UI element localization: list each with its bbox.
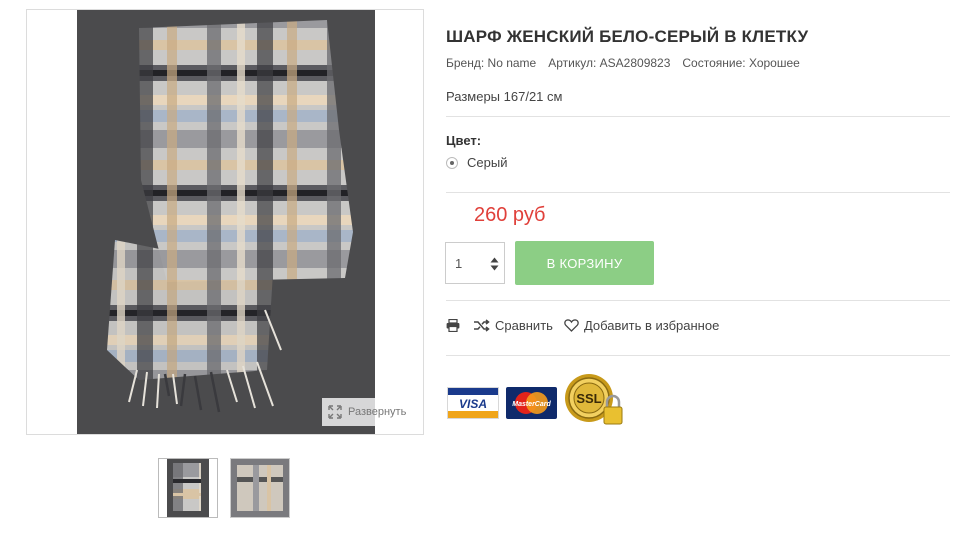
- brand: Бренд: No name: [446, 56, 537, 70]
- thumbnail-2-image: [231, 459, 289, 517]
- expand-image-button[interactable]: Развернуть: [322, 398, 414, 426]
- add-to-cart-button[interactable]: В КОРЗИНУ: [515, 241, 654, 285]
- thumbnail-1[interactable]: [158, 458, 218, 518]
- color-option-gray[interactable]: Серый: [446, 155, 507, 170]
- divider: [446, 192, 950, 193]
- expand-label: Развернуть: [348, 406, 407, 418]
- compare-label: Сравнить: [495, 318, 553, 333]
- product-sizes: Размеры 167/21 см: [446, 89, 563, 104]
- svg-text:SSL: SSL: [576, 391, 601, 406]
- divider: [446, 116, 950, 117]
- color-label: Цвет:: [446, 133, 482, 148]
- heart-icon: [564, 319, 579, 332]
- ssl-seal: SSL: [563, 370, 627, 430]
- visa-logo: VISA: [447, 387, 499, 419]
- condition: Состояние: Хорошее: [682, 56, 800, 70]
- product-main-image[interactable]: Развернуть: [26, 9, 424, 435]
- product-meta: Бренд: No name Артикул: ASA2809823 Состо…: [446, 56, 800, 70]
- quantity-value: 1: [455, 255, 463, 271]
- print-button[interactable]: [446, 319, 460, 332]
- thumbnail-1-image: [159, 459, 217, 517]
- print-icon: [446, 319, 460, 332]
- compare-icon: [474, 319, 490, 332]
- divider: [446, 300, 950, 301]
- compare-button[interactable]: Сравнить: [474, 318, 553, 333]
- scarf-photo: [77, 10, 375, 434]
- sku: Артикул: ASA2809823: [548, 56, 671, 70]
- add-to-favorites-button[interactable]: Добавить в избранное: [564, 318, 719, 333]
- product-price: 260 руб: [474, 204, 546, 226]
- favorites-label: Добавить в избранное: [583, 318, 720, 333]
- color-radio[interactable]: [446, 156, 458, 169]
- divider: [446, 355, 950, 356]
- svg-text:VISA: VISA: [459, 397, 487, 411]
- product-title: ШАРФ ЖЕНСКИЙ БЕЛО-СЕРЫЙ В КЛЕТКУ: [446, 27, 809, 46]
- quantity-spinner-icon[interactable]: [490, 256, 499, 272]
- thumbnail-2[interactable]: [230, 458, 290, 518]
- expand-icon: [328, 405, 342, 419]
- product-actions: Сравнить Добавить в избранное: [446, 318, 730, 333]
- mastercard-logo: MasterCard: [506, 387, 557, 419]
- quantity-stepper[interactable]: 1: [445, 242, 505, 284]
- svg-text:MasterCard: MasterCard: [512, 401, 551, 408]
- color-option-label: Серый: [467, 155, 508, 170]
